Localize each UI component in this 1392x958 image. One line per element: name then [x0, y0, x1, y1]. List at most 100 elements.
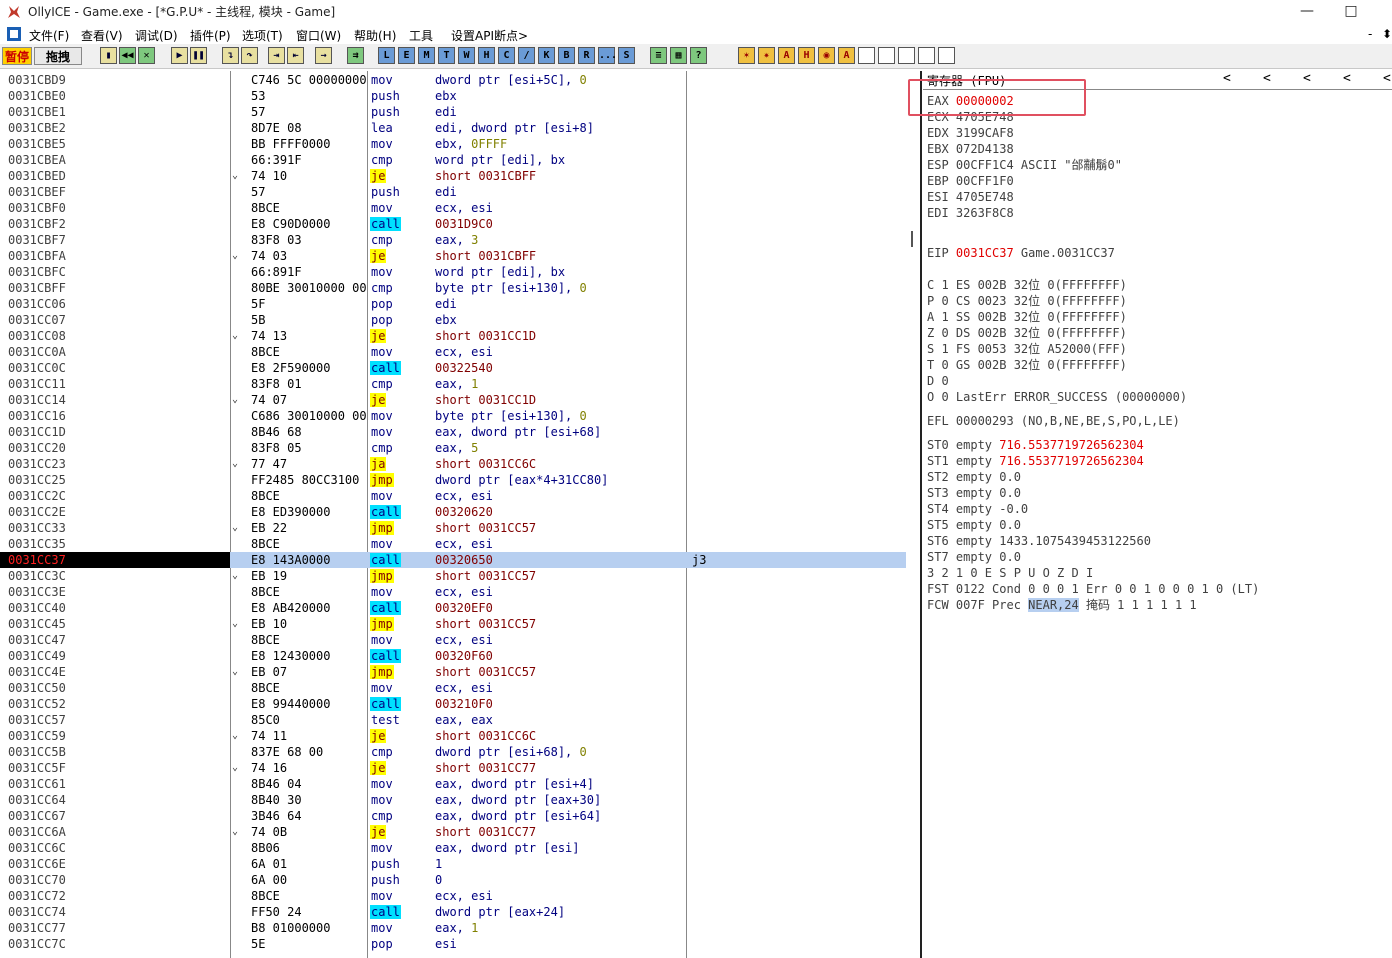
disasm-row[interactable]: 0031CBE0 53 push ebx — [0, 88, 906, 104]
maximize-button[interactable]: □ — [1328, 0, 1374, 24]
register-line[interactable]: T 0 GS 002B 32位 0(FFFFFFFF) — [927, 357, 1127, 373]
disasm-row[interactable]: 0031CC74 FF50 24 call dword ptr [eax+24] — [0, 904, 906, 920]
call-stack-icon[interactable]: K — [538, 47, 555, 64]
disasm-row[interactable]: 0031CC50 8BCE mov ecx, esi — [0, 680, 906, 696]
plugin-5-icon[interactable]: ◉ — [818, 47, 835, 64]
step-over-icon[interactable]: ↷ — [241, 47, 258, 64]
disasm-row[interactable]: 0031CC08 ⌄ 74 13 je short 0031CC1D — [0, 328, 906, 344]
execute-till-return-icon[interactable]: → — [315, 47, 332, 64]
disasm-row[interactable]: 0031CC0A 8BCE mov ecx, esi — [0, 344, 906, 360]
register-line[interactable]: A 1 SS 002B 32位 0(FFFFFFFF) — [927, 309, 1127, 325]
register-line[interactable]: ST2 empty 0.0 — [927, 469, 1021, 485]
register-line[interactable]: EDI 3263F8C8 — [927, 205, 1014, 221]
plugin-1-icon[interactable]: ✶ — [738, 47, 755, 64]
blank-5-icon[interactable] — [938, 47, 955, 64]
chevron-left-icon[interactable]: < — [1343, 71, 1351, 86]
pane-splitter[interactable] — [906, 71, 922, 958]
disasm-row[interactable]: 0031CC49 E8 12430000 call 00320F60 — [0, 648, 906, 664]
disasm-row[interactable]: 0031CC7C 5E pop esi — [0, 936, 906, 952]
blank-1-icon[interactable] — [858, 47, 875, 64]
register-line[interactable]: ST0 empty 716.5537719726562304 — [927, 437, 1144, 453]
disasm-row[interactable]: 0031CC33 ⌄ EB 22 jmp short 0031CC57 — [0, 520, 906, 536]
log-window-icon[interactable]: L — [378, 47, 395, 64]
register-line[interactable]: EDX 3199CAF8 — [927, 125, 1014, 141]
open-icon[interactable]: ▮ — [100, 47, 117, 64]
breakpoints-icon[interactable]: B — [558, 47, 575, 64]
disasm-row[interactable]: 0031CC5F ⌄ 74 16 je short 0031CC77 — [0, 760, 906, 776]
disasm-row[interactable]: 0031CBF7 83F8 03 cmp eax, 3 — [0, 232, 906, 248]
register-line[interactable]: S 1 FS 0053 32位 A52000(FFF) — [927, 341, 1127, 357]
run-icon[interactable]: ▶ — [171, 47, 188, 64]
blank-4-icon[interactable] — [918, 47, 935, 64]
step-into-icon[interactable]: ↴ — [222, 47, 239, 64]
registers-pane[interactable]: 寄存器 (FPU) < < < < < EAX 00000002 ECX 4705… — [923, 71, 1392, 958]
disasm-row[interactable]: 0031CBE2 8D7E 08 lea edi, dword ptr [esi+8] — [0, 120, 906, 136]
disasm-row[interactable]: 0031CC64 8B40 30 mov eax, dword ptr [eax+30… — [0, 792, 906, 808]
cpu-icon[interactable]: C — [498, 47, 515, 64]
register-line[interactable]: ST7 empty 0.0 — [927, 549, 1021, 565]
disasm-row[interactable]: 0031CC11 83F8 01 cmp eax, 1 — [0, 376, 906, 392]
register-line[interactable]: EBX 072D4138 — [927, 141, 1014, 157]
disasm-row[interactable]: 0031CC35 8BCE mov ecx, esi — [0, 536, 906, 552]
disassembly-pane[interactable]: 0031CBD9 C746 5C 00000000 mov dword ptr [es… — [0, 71, 906, 958]
disasm-row[interactable]: 0031CC57 85C0 test eax, eax — [0, 712, 906, 728]
register-line[interactable]: C 1 ES 002B 32位 0(FFFFFFFF) — [927, 277, 1127, 293]
register-line[interactable]: EFL 00000293 (NO,B,NE,BE,S,PO,L,LE) — [927, 413, 1180, 429]
disasm-row[interactable]: 0031CBE5 BB FFFF0000 mov ebx, 0FFFF — [0, 136, 906, 152]
help-icon[interactable]: ? — [690, 47, 707, 64]
disasm-row[interactable]: 0031CC52 E8 99440000 call 003210F0 — [0, 696, 906, 712]
chevron-left-icon[interactable]: < — [1223, 71, 1231, 86]
blank-3-icon[interactable] — [898, 47, 915, 64]
disasm-row[interactable]: 0031CC16 C686 30010000 00 mov byte ptr [esi… — [0, 408, 906, 424]
register-line[interactable]: ST1 empty 716.5537719726562304 — [927, 453, 1144, 469]
chevron-left-icon[interactable]: < — [1263, 71, 1271, 86]
register-line[interactable]: 3 2 1 0 E S P U O Z D I — [927, 565, 1093, 581]
disasm-row[interactable]: 0031CC61 8B46 04 mov eax, dword ptr [esi+4] — [0, 776, 906, 792]
disasm-row[interactable]: 0031CBEF 57 push edi — [0, 184, 906, 200]
register-line[interactable]: ESI 4705E748 — [927, 189, 1014, 205]
disasm-row[interactable]: 0031CC2C 8BCE mov ecx, esi — [0, 488, 906, 504]
register-line[interactable]: ST3 empty 0.0 — [927, 485, 1021, 501]
register-line[interactable]: EBP 00CFF1F0 — [927, 173, 1014, 189]
menu-tools[interactable]: 工具 — [409, 27, 433, 44]
disasm-row[interactable]: 0031CC67 3B46 64 cmp eax, dword ptr [esi+64… — [0, 808, 906, 824]
patches-icon[interactable]: / — [518, 47, 535, 64]
disasm-row[interactable]: 0031CC07 5B pop ebx — [0, 312, 906, 328]
disasm-row[interactable]: 0031CC37 E8 143A0000 call 00320650 j3 — [0, 552, 906, 568]
disasm-row[interactable]: 0031CC72 8BCE mov ecx, esi — [0, 888, 906, 904]
menu-restore-child[interactable]: ⬍ — [1382, 27, 1392, 41]
register-line[interactable]: ESP 00CFF1C4 ASCII "邰黼鬅0" — [927, 157, 1122, 173]
menu-file[interactable]: 文件(F) — [29, 27, 69, 44]
register-line[interactable]: FST 0122 Cond 0 0 0 1 Err 0 0 1 0 0 0 1 … — [927, 581, 1259, 597]
register-line[interactable]: P 0 CS 0023 32位 0(FFFFFFFF) — [927, 293, 1127, 309]
menu-view[interactable]: 查看(V) — [81, 27, 123, 44]
register-line[interactable]: EIP 0031CC37 Game.0031CC37 — [927, 245, 1115, 261]
disasm-row[interactable]: 0031CBE1 57 push edi — [0, 104, 906, 120]
threads-icon[interactable]: T — [438, 47, 455, 64]
restart-icon[interactable]: ◀◀ — [119, 47, 136, 64]
menu-help[interactable]: 帮助(H) — [354, 27, 396, 44]
disasm-row[interactable]: 0031CBD9 C746 5C 00000000 mov dword ptr [es… — [0, 72, 906, 88]
disasm-row[interactable]: 0031CC4E ⌄ EB 07 jmp short 0031CC57 — [0, 664, 906, 680]
register-line[interactable]: FCW 007F Prec NEAR,24 掩码 1 1 1 1 1 1 — [927, 597, 1197, 613]
plugin-3-icon[interactable]: A — [778, 47, 795, 64]
executable-modules-icon[interactable]: E — [398, 47, 415, 64]
disasm-row[interactable]: 0031CBEA 66:391F cmp word ptr [edi], bx — [0, 152, 906, 168]
disasm-row[interactable]: 0031CC1D 8B46 68 mov eax, dword ptr [esi+68… — [0, 424, 906, 440]
disasm-row[interactable]: 0031CBF2 E8 C90D0000 call 0031D9C0 — [0, 216, 906, 232]
menu-window[interactable]: 窗口(W) — [296, 27, 341, 44]
disasm-row[interactable]: 0031CC0C E8 2F590000 call 00322540 — [0, 360, 906, 376]
chevron-left-icon[interactable]: < — [1383, 71, 1391, 86]
register-line[interactable]: ST6 empty 1433.1075439453122560 — [927, 533, 1151, 549]
disasm-row[interactable]: 0031CBFC 66:891F mov word ptr [edi], bx — [0, 264, 906, 280]
disasm-row[interactable]: 0031CC3C ⌄ EB 19 jmp short 0031CC57 — [0, 568, 906, 584]
register-line[interactable]: O 0 LastErr ERROR_SUCCESS (00000000) — [927, 389, 1187, 405]
disasm-row[interactable]: 0031CBED ⌄ 74 10 je short 0031CBFF — [0, 168, 906, 184]
app-menu-icon[interactable] — [6, 26, 22, 45]
disasm-row[interactable]: 0031CBFA ⌄ 74 03 je short 0031CBFF — [0, 248, 906, 264]
run-trace-icon[interactable]: ... — [598, 47, 617, 64]
disasm-row[interactable]: 0031CC3E 8BCE mov ecx, esi — [0, 584, 906, 600]
references-icon[interactable]: R — [578, 47, 595, 64]
disasm-row[interactable]: 0031CC6A ⌄ 74 0B je short 0031CC77 — [0, 824, 906, 840]
close-debug-icon[interactable]: ✕ — [138, 47, 155, 64]
